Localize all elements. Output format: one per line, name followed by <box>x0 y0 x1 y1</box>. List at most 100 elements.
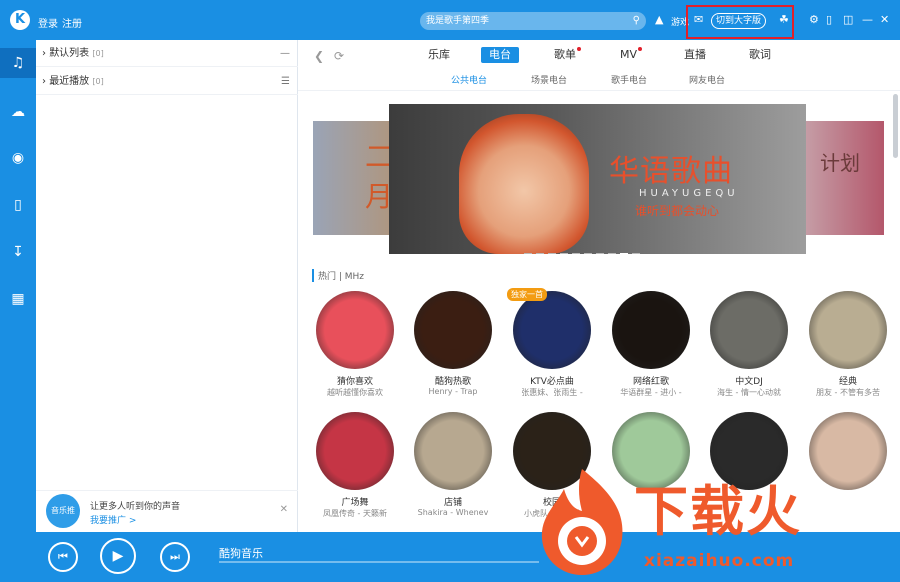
radio-station-card[interactable]: 独家一首 KTV必点曲 张惠妹、张雨生 - <box>507 288 591 397</box>
tab-1[interactable]: 电台 <box>481 47 519 63</box>
close-promo-icon[interactable]: ✕ <box>280 504 288 515</box>
cloud-icon[interactable]: ☁ <box>0 97 36 127</box>
subtab-2[interactable]: 歌手电台 <box>611 73 647 86</box>
apps-grid-icon[interactable]: ▦ <box>0 284 36 314</box>
menu-icon[interactable]: ☰ <box>281 68 290 95</box>
subtab-3[interactable]: 网友电台 <box>689 73 725 86</box>
recent-list-label: 最近播放 <box>49 76 90 87</box>
previous-button[interactable]: ⏮ <box>48 542 78 572</box>
tab-4[interactable]: 直播 <box>684 47 706 63</box>
new-badge-dot <box>577 47 581 51</box>
search-placeholder: 我是歌手第四季 <box>426 16 490 26</box>
radio-station-card[interactable]: 经典 朋友 - 不管有多苦 <box>803 291 887 397</box>
radio-name: 酷狗热歌 <box>434 377 471 387</box>
search-icon[interactable]: ⚲ <box>633 12 640 30</box>
refresh-icon[interactable]: ⟳ <box>334 49 344 63</box>
tab-label: MV <box>620 48 638 61</box>
section-label: 热门 | MHz <box>312 269 364 282</box>
music-icon[interactable]: ♫ <box>0 48 36 78</box>
device-icon[interactable]: ▯ <box>0 190 36 220</box>
now-playing-title: 酷狗音乐 <box>219 547 263 560</box>
banner-pagination[interactable] <box>524 245 664 254</box>
banner-title: 华语歌曲 <box>609 154 733 189</box>
radio-station-card[interactable]: 中文DJ 海生 - 情一心动就 <box>704 291 788 397</box>
collapse-icon[interactable]: — <box>280 40 290 67</box>
radio-now-playing: 越听越懂你喜欢 <box>327 388 383 397</box>
radio-cover-image[interactable] <box>316 412 394 490</box>
back-icon[interactable]: ❮ <box>314 49 324 63</box>
banner-right-text: 计划 <box>820 151 860 175</box>
highlight-box <box>686 5 794 39</box>
scrollbar-thumb[interactable] <box>893 94 898 158</box>
close-icon[interactable]: ✕ <box>880 13 889 26</box>
radio-now-playing: 张惠妹、张雨生 - <box>521 388 583 397</box>
icon-sidebar: ♫ ☁ ◉ ▯ ↧ ▦ <box>0 40 36 532</box>
search-input[interactable]: 我是歌手第四季 ⚲ <box>420 12 646 30</box>
radio-station-card[interactable]: 广场舞 凤凰传奇 - 天籁新 <box>310 412 394 518</box>
radio-name: 网络红歌 <box>632 377 669 387</box>
play-button[interactable]: ▶ <box>100 538 136 574</box>
watermark-domain: xiazaihuo.com <box>644 551 795 571</box>
radio-broadcast-icon[interactable]: ◉ <box>0 143 36 173</box>
radio-name: 店铺 <box>443 498 462 508</box>
recent-list-row[interactable]: › 最近播放 [0] ☰ <box>36 68 298 95</box>
radio-now-playing: Shakira - Whenev <box>417 508 489 517</box>
tab-5[interactable]: 歌词 <box>749 47 771 63</box>
banner-pinyin: HUAYUGEQU <box>639 188 739 199</box>
default-list-row[interactable]: › 默认列表 [0] — <box>36 40 298 67</box>
promo-link[interactable]: 我要推广 > <box>90 513 136 526</box>
tab-label: 直播 <box>684 48 706 61</box>
watermark-title: 下载火 <box>634 480 802 543</box>
radio-name: 广场舞 <box>341 498 369 508</box>
radio-station-card[interactable]: 酷狗热歌 Henry - Trap <box>408 291 492 396</box>
watermark: 下载火 xiazaihuo.com <box>534 463 894 579</box>
radio-cover-image[interactable] <box>612 291 690 369</box>
default-list-label: 默认列表 <box>49 48 90 59</box>
recent-list-count: [0] <box>92 77 104 86</box>
next-button[interactable]: ⏭ <box>160 542 190 572</box>
playlist-panel: › 默认列表 [0] — › 最近播放 [0] ☰ 音乐推 让更多人听到你的声音… <box>36 40 298 532</box>
tab-label: 乐库 <box>428 48 450 61</box>
lyrics-mode-icon[interactable]: ◫ <box>843 13 853 26</box>
radio-cover-image[interactable] <box>710 291 788 369</box>
featured-banner[interactable]: 华语歌曲 HUAYUGEQU 谁听到都会动心 <box>389 104 806 254</box>
radio-now-playing: Henry - Trap <box>428 387 478 396</box>
exclusive-tag: 独家一首 <box>507 288 547 301</box>
main-content: ❮ ⟳ 乐库 电台 歌单 MV 直播 歌词 公共电台 场景电台 歌手电台 网友电台 二月 计划 … <box>298 40 900 532</box>
radio-now-playing: 华语群星 - 进小 - <box>620 388 682 397</box>
game-icon[interactable]: ▲ <box>655 13 663 26</box>
radio-now-playing: 朋友 - 不管有多苦 <box>816 388 880 397</box>
download-icon[interactable]: ↧ <box>0 237 36 267</box>
register-link[interactable]: 注册 <box>62 15 82 30</box>
banner-subtitle: 谁听到都会动心 <box>635 204 720 218</box>
radio-station-card[interactable]: 猜你喜欢 越听越懂你喜欢 <box>310 291 394 397</box>
radio-cover-image[interactable] <box>316 291 394 369</box>
radio-station-card[interactable]: 网络红歌 华语群星 - 进小 - <box>606 291 690 397</box>
tab-0[interactable]: 乐库 <box>428 47 450 63</box>
radio-name: 猜你喜欢 <box>336 377 373 387</box>
promo-banner[interactable]: 音乐推 让更多人听到你的声音 我要推广 > ✕ <box>36 490 298 532</box>
tab-2[interactable]: 歌单 <box>554 47 581 63</box>
radio-now-playing: 海生 - 情一心动就 <box>717 388 781 397</box>
minimize-icon[interactable]: — <box>862 13 873 26</box>
flame-logo-icon <box>541 469 623 575</box>
radio-name: 中文DJ <box>735 377 763 387</box>
banner-singer-photo <box>459 114 589 254</box>
radio-name: 经典 <box>838 377 857 387</box>
subtab-0[interactable]: 公共电台 <box>451 73 487 86</box>
radio-cover-image[interactable] <box>414 291 492 369</box>
login-link[interactable]: 登录 <box>38 15 58 30</box>
radio-station-card[interactable]: 店铺 Shakira - Whenev <box>408 412 492 517</box>
tab-divider <box>298 90 900 91</box>
progress-bar[interactable] <box>219 561 539 563</box>
radio-cover-image[interactable] <box>414 412 492 490</box>
default-list-count: [0] <box>92 49 104 58</box>
tab-label: 电台 <box>489 48 511 61</box>
tab-3[interactable]: MV <box>620 47 643 63</box>
promo-badge: 音乐推 <box>46 494 80 528</box>
radio-cover-image[interactable] <box>513 291 591 369</box>
radio-cover-image[interactable] <box>809 291 887 369</box>
subtab-1[interactable]: 场景电台 <box>531 73 567 86</box>
settings-icon[interactable]: ⚙ <box>809 13 819 26</box>
mini-mode-icon[interactable]: ▯ <box>826 13 832 26</box>
